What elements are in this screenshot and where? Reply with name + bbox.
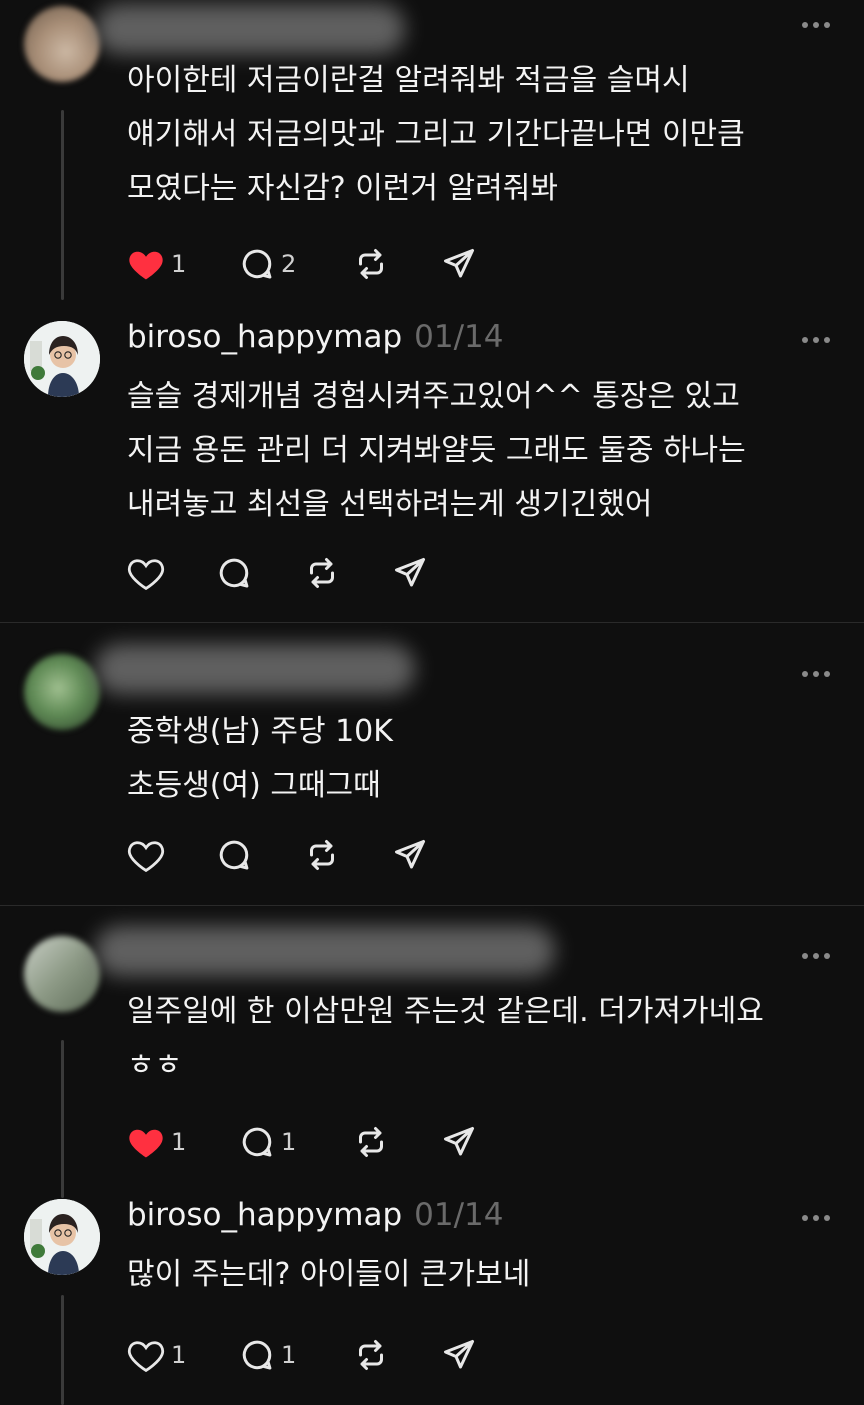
reply-post: 아이한테 저금이란걸 알려줘봐 적금을 슬며시 얘기해서 저금의맛과 그리고 기… [0,0,864,300]
like-button[interactable]: 1 [127,244,186,284]
divider [0,622,864,623]
post-text: 일주일에 한 이삼만원 주는것 같은데. 더가져가네요 ㅎㅎ [127,994,764,1083]
comment-icon [242,1127,272,1157]
more-icon[interactable] [802,671,830,677]
more-icon[interactable] [802,22,830,28]
like-button[interactable]: 1 [127,1335,186,1375]
action-bar: 1 2 [127,244,527,284]
action-bar [127,553,527,593]
username[interactable]: biroso_happymap [127,319,402,355]
like-button[interactable] [127,553,165,593]
share-button[interactable] [392,553,428,593]
thread-line [61,110,64,300]
reply-post: 중학생(남) 주당 10K 초등생(여) 그때그때 [0,636,864,896]
like-count: 1 [171,1341,187,1369]
action-bar: 1 1 [127,1122,527,1162]
reply-button[interactable] [216,835,252,875]
reply-button[interactable]: 2 [239,244,296,284]
comment-icon [242,249,272,279]
post-header: biroso_happymap 01/14 [127,319,504,363]
like-button[interactable]: 1 [127,1122,186,1162]
share-button[interactable] [441,244,477,284]
reply-button[interactable]: 1 [239,1335,296,1375]
reply-count: 1 [281,1128,297,1156]
avatar[interactable] [24,321,100,397]
more-icon[interactable] [802,953,830,959]
repost-icon [359,249,383,279]
avatar[interactable] [24,6,100,82]
post-text: 많이 주는데? 아이들이 큰가보네 [127,1257,531,1292]
share-button[interactable] [441,1122,477,1162]
reply-post: 일주일에 한 이삼만원 주는것 같은데. 더가져가네요 ㅎㅎ 1 1 [0,918,864,1198]
post-text: 슬슬 경제개념 경험시켜주고있어^^ 통장은 있고 지금 용돈 관리 더 지켜봐… [127,379,746,522]
heart-icon [127,841,165,872]
thread-line [61,1295,64,1405]
post-text: 아이한테 저금이란걸 알려줘봐 적금을 슬며시 얘기해서 저금의맛과 그리고 기… [127,63,745,206]
heart-icon [127,1341,165,1372]
repost-button[interactable] [353,1122,389,1162]
share-button[interactable] [441,1335,477,1375]
post-text: 중학생(남) 주당 10K 초등생(여) 그때그때 [127,714,393,803]
username[interactable]: biroso_happymap [127,1197,402,1233]
post-header: biroso_happymap 01/14 [127,1197,504,1241]
like-count: 1 [171,1128,187,1156]
redacted-username [95,926,555,976]
share-icon [444,1340,474,1369]
avatar[interactable] [24,936,100,1012]
more-icon[interactable] [802,1215,830,1221]
repost-button[interactable] [353,244,389,284]
like-button[interactable] [127,835,165,875]
repost-button[interactable] [304,553,340,593]
share-icon [395,840,425,869]
divider [0,905,864,906]
reply-count: 2 [281,250,297,278]
heart-icon [129,251,163,280]
heart-icon [127,559,165,590]
profile-photo [24,1199,100,1275]
profile-photo [24,321,100,397]
redacted-username [95,644,415,694]
comment-icon [219,558,249,588]
reply-post: biroso_happymap 01/14 많이 주는데? 아이들이 큰가보네 … [0,1193,864,1405]
repost-icon [359,1127,383,1157]
avatar[interactable] [24,654,100,730]
reply-post: biroso_happymap 01/14 슬슬 경제개념 경험시켜주고있어^^… [0,315,864,615]
share-icon [444,1127,474,1156]
comment-icon [219,840,249,870]
post-date: 01/14 [414,1197,504,1233]
reply-count: 1 [281,1341,297,1369]
comment-icon [242,1340,272,1370]
action-bar: 1 1 [127,1335,527,1375]
share-icon [444,249,474,278]
more-icon[interactable] [802,337,830,343]
redacted-username [95,4,405,54]
reply-button[interactable]: 1 [239,1122,296,1162]
repost-icon [310,840,334,870]
repost-button[interactable] [304,835,340,875]
share-button[interactable] [392,835,428,875]
share-icon [395,558,425,587]
reply-button[interactable] [216,553,252,593]
action-bar [127,835,527,875]
repost-icon [310,558,334,588]
post-date: 01/14 [414,319,504,355]
repost-icon [359,1340,383,1370]
heart-icon [129,1129,163,1158]
like-count: 1 [171,250,187,278]
repost-button[interactable] [353,1335,389,1375]
thread-line [61,1040,64,1198]
avatar[interactable] [24,1199,100,1275]
